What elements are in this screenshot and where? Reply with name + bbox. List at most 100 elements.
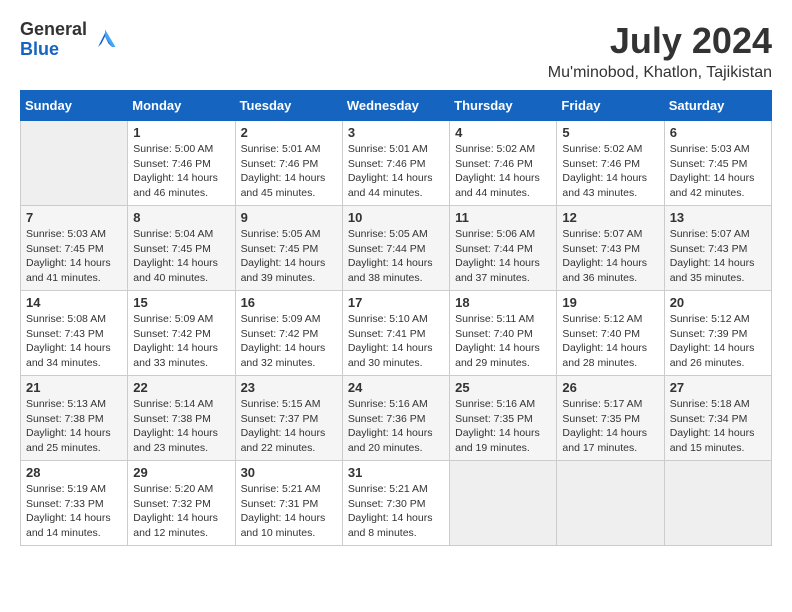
day-info: Sunrise: 5:01 AMSunset: 7:46 PMDaylight:… [348, 142, 444, 201]
day-number: 18 [455, 295, 551, 310]
calendar-cell: 16 Sunrise: 5:09 AMSunset: 7:42 PMDayligh… [235, 291, 342, 376]
calendar-cell: 19Sunrise: 5:12 AMSunset: 7:40 PMDayligh… [557, 291, 664, 376]
day-number: 8 [133, 210, 229, 225]
logo-general: General [20, 20, 87, 40]
header-day-tuesday: Tuesday [235, 91, 342, 121]
day-info: Sunrise: 5:00 AMSunset: 7:46 PMDaylight:… [133, 142, 229, 201]
day-info: Sunrise: 5:16 AMSunset: 7:36 PMDaylight:… [348, 397, 444, 456]
calendar-cell: 31Sunrise: 5:21 AMSunset: 7:30 PMDayligh… [342, 461, 449, 546]
day-info: Sunrise: 5:05 AMSunset: 7:45 PMDaylight:… [241, 227, 337, 286]
calendar-cell: 5Sunrise: 5:02 AMSunset: 7:46 PMDaylight… [557, 121, 664, 206]
day-number: 7 [26, 210, 122, 225]
day-number: 12 [562, 210, 658, 225]
header-day-sunday: Sunday [21, 91, 128, 121]
day-number: 6 [670, 125, 766, 140]
day-number: 23 [241, 380, 337, 395]
day-info: Sunrise: 5:11 AMSunset: 7:40 PMDaylight:… [455, 312, 551, 371]
day-number: 30 [241, 465, 337, 480]
calendar-cell: 27 Sunrise: 5:18 AMSunset: 7:34 PMDayligh… [664, 376, 771, 461]
calendar-cell: 17 Sunrise: 5:10 AMSunset: 7:41 PMDayligh… [342, 291, 449, 376]
day-info: Sunrise: 5:04 AMSunset: 7:45 PMDaylight:… [133, 227, 229, 286]
logo: General Blue [20, 20, 119, 60]
day-number: 9 [241, 210, 337, 225]
header-day-friday: Friday [557, 91, 664, 121]
day-number: 21 [26, 380, 122, 395]
header-day-thursday: Thursday [450, 91, 557, 121]
day-number: 17 [348, 295, 444, 310]
day-info: Sunrise: 5:07 AMSunset: 7:43 PMDaylight:… [562, 227, 658, 286]
day-info: Sunrise: 5:12 AMSunset: 7:40 PMDaylight:… [562, 312, 658, 371]
day-info: Sunrise: 5:05 AMSunset: 7:44 PMDaylight:… [348, 227, 444, 286]
day-info: Sunrise: 5:13 AMSunset: 7:38 PMDaylight:… [26, 397, 122, 456]
calendar-cell: 23 Sunrise: 5:15 AMSunset: 7:37 PMDayligh… [235, 376, 342, 461]
day-info: Sunrise: 5:18 AMSunset: 7:34 PMDaylight:… [670, 397, 766, 456]
day-number: 15 [133, 295, 229, 310]
calendar-cell: 15 Sunrise: 5:09 AMSunset: 7:42 PMDayligh… [128, 291, 235, 376]
day-number: 2 [241, 125, 337, 140]
day-info: Sunrise: 5:20 AMSunset: 7:32 PMDaylight:… [133, 482, 229, 541]
calendar-cell: 13 Sunrise: 5:07 AMSunset: 7:43 PMDayligh… [664, 206, 771, 291]
day-info: Sunrise: 5:08 AMSunset: 7:43 PMDaylight:… [26, 312, 122, 371]
day-info: Sunrise: 5:12 AMSunset: 7:39 PMDaylight:… [670, 312, 766, 371]
calendar-cell: 9 Sunrise: 5:05 AMSunset: 7:45 PMDaylight… [235, 206, 342, 291]
calendar-cell: 6 Sunrise: 5:03 AMSunset: 7:45 PMDaylight… [664, 121, 771, 206]
week-row-3: 14 Sunrise: 5:08 AMSunset: 7:43 PMDayligh… [21, 291, 772, 376]
calendar-cell: 29 Sunrise: 5:20 AMSunset: 7:32 PMDayligh… [128, 461, 235, 546]
week-row-4: 21 Sunrise: 5:13 AMSunset: 7:38 PMDayligh… [21, 376, 772, 461]
day-number: 1 [133, 125, 229, 140]
header-day-monday: Monday [128, 91, 235, 121]
day-number: 11 [455, 210, 551, 225]
day-number: 25 [455, 380, 551, 395]
day-info: Sunrise: 5:09 AMSunset: 7:42 PMDaylight:… [133, 312, 229, 371]
day-info: Sunrise: 5:07 AMSunset: 7:43 PMDaylight:… [670, 227, 766, 286]
header-day-wednesday: Wednesday [342, 91, 449, 121]
day-number: 29 [133, 465, 229, 480]
day-info: Sunrise: 5:17 AMSunset: 7:35 PMDaylight:… [562, 397, 658, 456]
day-info: Sunrise: 5:03 AMSunset: 7:45 PMDaylight:… [26, 227, 122, 286]
day-number: 10 [348, 210, 444, 225]
calendar-cell: 25 Sunrise: 5:16 AMSunset: 7:35 PMDayligh… [450, 376, 557, 461]
day-number: 27 [670, 380, 766, 395]
week-row-2: 7 Sunrise: 5:03 AMSunset: 7:45 PMDaylight… [21, 206, 772, 291]
day-number: 3 [348, 125, 444, 140]
calendar-cell: 24 Sunrise: 5:16 AMSunset: 7:36 PMDayligh… [342, 376, 449, 461]
day-info: Sunrise: 5:15 AMSunset: 7:37 PMDaylight:… [241, 397, 337, 456]
header-row: SundayMondayTuesdayWednesdayThursdayFrid… [21, 91, 772, 121]
week-row-5: 28Sunrise: 5:19 AMSunset: 7:33 PMDayligh… [21, 461, 772, 546]
day-info: Sunrise: 5:10 AMSunset: 7:41 PMDaylight:… [348, 312, 444, 371]
calendar-cell: 26Sunrise: 5:17 AMSunset: 7:35 PMDayligh… [557, 376, 664, 461]
calendar-cell: 12 Sunrise: 5:07 AMSunset: 7:43 PMDayligh… [557, 206, 664, 291]
calendar-cell: 28Sunrise: 5:19 AMSunset: 7:33 PMDayligh… [21, 461, 128, 546]
calendar-cell [664, 461, 771, 546]
day-info: Sunrise: 5:16 AMSunset: 7:35 PMDaylight:… [455, 397, 551, 456]
day-number: 20 [670, 295, 766, 310]
day-number: 24 [348, 380, 444, 395]
calendar-body: 1 Sunrise: 5:00 AMSunset: 7:46 PMDaylight… [21, 121, 772, 546]
location: Mu'minobod, Khatlon, Tajikistan [548, 64, 772, 82]
day-info: Sunrise: 5:06 AMSunset: 7:44 PMDaylight:… [455, 227, 551, 286]
day-info: Sunrise: 5:09 AMSunset: 7:42 PMDaylight:… [241, 312, 337, 371]
day-info: Sunrise: 5:03 AMSunset: 7:45 PMDaylight:… [670, 142, 766, 201]
calendar-cell: 22 Sunrise: 5:14 AMSunset: 7:38 PMDayligh… [128, 376, 235, 461]
day-info: Sunrise: 5:21 AMSunset: 7:30 PMDaylight:… [348, 482, 444, 541]
calendar-cell: 7 Sunrise: 5:03 AMSunset: 7:45 PMDaylight… [21, 206, 128, 291]
logo-icon [91, 26, 119, 54]
calendar-cell [450, 461, 557, 546]
calendar-cell: 11 Sunrise: 5:06 AMSunset: 7:44 PMDayligh… [450, 206, 557, 291]
calendar-cell: 30Sunrise: 5:21 AMSunset: 7:31 PMDayligh… [235, 461, 342, 546]
day-number: 4 [455, 125, 551, 140]
title-area: July 2024 Mu'minobod, Khatlon, Tajikista… [548, 20, 772, 82]
day-number: 16 [241, 295, 337, 310]
day-number: 13 [670, 210, 766, 225]
logo-blue: Blue [20, 40, 87, 60]
day-info: Sunrise: 5:14 AMSunset: 7:38 PMDaylight:… [133, 397, 229, 456]
calendar-cell: 4Sunrise: 5:02 AMSunset: 7:46 PMDaylight… [450, 121, 557, 206]
calendar-cell: 20 Sunrise: 5:12 AMSunset: 7:39 PMDayligh… [664, 291, 771, 376]
day-info: Sunrise: 5:01 AMSunset: 7:46 PMDaylight:… [241, 142, 337, 201]
day-number: 22 [133, 380, 229, 395]
day-number: 14 [26, 295, 122, 310]
month-year: July 2024 [548, 20, 772, 62]
day-info: Sunrise: 5:02 AMSunset: 7:46 PMDaylight:… [562, 142, 658, 201]
calendar-cell: 3 Sunrise: 5:01 AMSunset: 7:46 PMDaylight… [342, 121, 449, 206]
calendar-cell: 1 Sunrise: 5:00 AMSunset: 7:46 PMDaylight… [128, 121, 235, 206]
